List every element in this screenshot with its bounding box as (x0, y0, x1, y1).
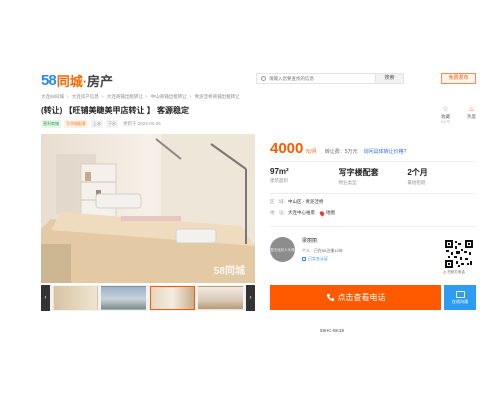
chat-icon (455, 290, 465, 298)
photo-watermark: 58同城 (213, 266, 245, 277)
view-phone-label: 点击查看电话 (337, 293, 386, 302)
area-label: 区 域： (270, 199, 288, 204)
tag: 上水 (91, 120, 103, 128)
logo-fangchan: 房产 (87, 73, 114, 89)
divider (270, 161, 476, 162)
view-phone-button[interactable]: 点击查看电话 (270, 285, 441, 310)
area-value[interactable]: 中山区 - 青泥洼桥 (288, 199, 324, 205)
stat-label: 最短租期 (407, 180, 426, 185)
stats-row: 97m² 建筑面积 写字楼配套 物业类型 2个月 最短租期 (270, 167, 476, 186)
listing-ref-code: 58HC-BK38 (320, 328, 345, 333)
address-label: 地 址： (270, 210, 288, 215)
agent-name[interactable]: 梁丽丽 (302, 237, 317, 244)
stat-value: 写字楼配套 (338, 168, 379, 177)
agent-cert: 已实名认证 (302, 256, 328, 262)
map-pin-icon (318, 209, 326, 217)
avatar: 暂无经纪人头像 (270, 237, 295, 262)
breadcrumb: 大连58同城 > 大连房产信息 > 大连商铺出租转让 > 中山商铺出租转让 > 青泥洼桥… (41, 94, 240, 99)
thumbnail[interactable] (101, 286, 147, 310)
breadcrumb-item[interactable]: 中山商铺出租转让 (151, 94, 187, 99)
search-button[interactable]: 搜索 (375, 74, 403, 83)
search-bar: 搜索 (256, 73, 404, 84)
stat-value: 97m² (270, 167, 289, 176)
breadcrumb-item[interactable]: 青泥洼桥商铺出租转让 (195, 94, 240, 99)
agent-meta: 个人 已在58注册10年 (302, 248, 343, 253)
divider (270, 193, 476, 194)
map-link[interactable]: 地图 (318, 209, 335, 217)
online-chat-button[interactable]: 在线沟通 (444, 285, 476, 310)
phone-icon: ✆ (443, 270, 447, 275)
fire-icon: ♨ (468, 106, 475, 113)
tag: 下水 (106, 120, 118, 128)
chat-label: 在线沟通 (452, 298, 468, 304)
breadcrumb-item[interactable]: 大连房产信息 (72, 94, 99, 99)
ask-price-link[interactable]: 询问具体转让价格? (364, 148, 407, 155)
qr-caption: ✆ 扫码打电话 (443, 270, 465, 275)
next-arrow-icon[interactable]: › (246, 285, 255, 311)
breadcrumb-item[interactable]: 大连58同城 (41, 94, 64, 99)
divider (270, 226, 476, 227)
star-icon: ☆ (442, 106, 449, 113)
stat-value: 2个月 (407, 168, 428, 177)
main-photo[interactable]: 58同城 (41, 134, 255, 283)
qr-code (445, 240, 473, 268)
prev-arrow-icon[interactable]: ‹ (41, 285, 50, 311)
price-amount: 4000 (270, 140, 304, 157)
search-input[interactable] (269, 76, 369, 81)
thumbnail[interactable] (53, 286, 98, 310)
listing-tags: 营利商铺 写字楼配套 上水 下水 更新于 2024-04-25 (41, 120, 161, 128)
update-date: 更新于 2024-04-25 (123, 121, 161, 126)
phone-icon (326, 293, 334, 302)
cert-label: 已实名认证 (308, 256, 328, 261)
site-logo[interactable]: 58 同城· 房产 (41, 71, 114, 89)
hot-label: 热度 (467, 114, 476, 119)
stat-type: 写字楼配套 物业类型 (339, 167, 408, 186)
favorite-button[interactable]: ☆ 收藏 0人气 (441, 106, 450, 125)
thumbnail[interactable] (197, 286, 243, 310)
price-row: 4000 元/月 转让费：5万元 询问具体转让价格? (270, 140, 406, 157)
thumbnail[interactable] (149, 286, 195, 310)
tag: 营利商铺 (41, 120, 61, 128)
stat-label: 物业类型 (338, 180, 357, 185)
area-row: 区 域： 中山区 - 青泥洼桥 (270, 199, 324, 205)
breadcrumb-item[interactable]: 大连商铺出租转让 (107, 94, 143, 99)
free-post-button[interactable]: 免费发布 (441, 73, 476, 84)
listing-title: (转让) 【旺铺美睫美甲店转让 】 客源稳定 (41, 106, 189, 115)
stat-label: 建筑面积 (270, 178, 288, 183)
map-link-label: 地图 (326, 210, 335, 215)
price-unit: 元/月 (305, 149, 317, 155)
address-value: 大连中心裕景 (288, 210, 315, 215)
address-row: 地 址： 大连中心裕景 地图 (270, 209, 335, 217)
tag: 写字楼配套 (64, 120, 88, 128)
hot-indicator: ♨ 热度 (467, 106, 476, 120)
transfer-fee: 转让费：5万元 (324, 149, 358, 155)
stat-lease: 2个月 最短租期 (407, 167, 476, 186)
thumbnail-strip: ‹ › (41, 285, 255, 311)
logo-58: 58 (41, 71, 57, 89)
search-icon (261, 76, 266, 81)
logo-tongcheng: 同城· (56, 73, 88, 89)
qr-label: 扫码打电话 (447, 270, 465, 274)
verified-icon (302, 257, 306, 261)
views-count: 0人气 (441, 120, 450, 124)
stat-area: 97m² 建筑面积 (270, 167, 339, 186)
